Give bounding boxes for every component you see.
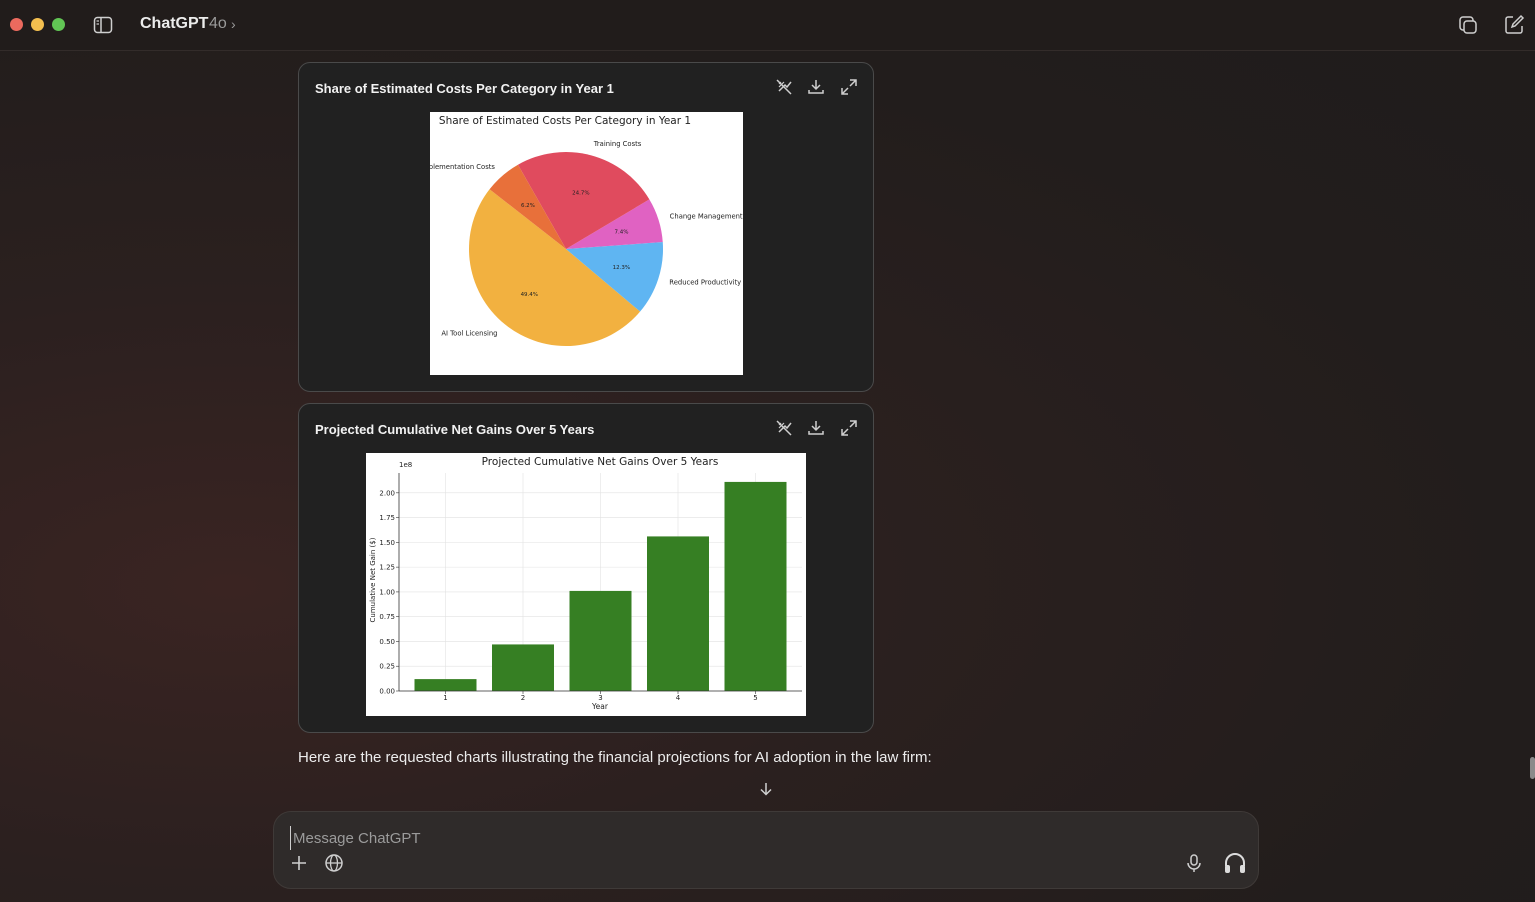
bar-chart: Projected Cumulative Net Gains Over 5 Ye… bbox=[369, 456, 802, 711]
y-offset-label: 1e8 bbox=[399, 461, 412, 469]
microphone-icon[interactable] bbox=[1183, 852, 1205, 874]
model-chevron-icon[interactable]: › bbox=[231, 16, 236, 32]
scrollbar-thumb[interactable] bbox=[1530, 757, 1535, 779]
pie-percent-label: 7.4% bbox=[615, 230, 629, 236]
sidebar-toggle-icon[interactable] bbox=[93, 15, 113, 35]
pie-category-label: AI Tool Licensing bbox=[441, 329, 497, 337]
x-tick-label: 3 bbox=[598, 694, 602, 702]
title-bar: ChatGPT 4o › bbox=[0, 0, 1535, 51]
x-axis-label: Year bbox=[591, 702, 609, 711]
y-tick-label: 0.00 bbox=[379, 688, 395, 696]
y-tick-label: 0.50 bbox=[379, 638, 395, 646]
minimize-window-button[interactable] bbox=[31, 18, 44, 31]
download-icon[interactable] bbox=[807, 419, 825, 437]
bar bbox=[724, 481, 787, 691]
chart-card-title: Projected Cumulative Net Gains Over 5 Ye… bbox=[315, 422, 595, 437]
pie-category-label: Reduced Productivity bbox=[669, 279, 741, 287]
toggle-interactive-icon[interactable] bbox=[775, 419, 793, 437]
new-chat-icon[interactable] bbox=[1503, 14, 1525, 36]
pie-percent-label: 12.3% bbox=[613, 265, 630, 271]
toggle-interactive-icon[interactable] bbox=[775, 78, 793, 96]
bar bbox=[569, 590, 632, 691]
chart-title: Projected Cumulative Net Gains Over 5 Ye… bbox=[482, 456, 719, 468]
x-tick-label: 5 bbox=[753, 694, 757, 702]
message-input[interactable] bbox=[290, 826, 1155, 850]
message-composer bbox=[273, 811, 1259, 889]
pie-percent-label: 24.7% bbox=[572, 191, 589, 197]
chart-card-title: Share of Estimated Costs Per Category in… bbox=[315, 81, 614, 96]
scroll-to-bottom-icon[interactable] bbox=[758, 780, 774, 798]
bar bbox=[492, 644, 554, 691]
bar bbox=[414, 679, 477, 691]
pie-category-label: Change Management bbox=[670, 212, 743, 220]
pie-category-label: Implementation Costs bbox=[430, 163, 495, 171]
x-tick-label: 1 bbox=[443, 694, 447, 702]
chart-title: Share of Estimated Costs Per Category in… bbox=[439, 115, 691, 127]
y-tick-label: 0.25 bbox=[379, 663, 395, 671]
y-tick-label: 1.75 bbox=[379, 514, 395, 522]
y-tick-label: 2.00 bbox=[379, 489, 395, 497]
expand-icon[interactable] bbox=[840, 419, 858, 437]
assistant-message: Here are the requested charts illustrati… bbox=[298, 749, 932, 766]
model-selector[interactable]: 4o bbox=[209, 15, 227, 33]
app-title[interactable]: ChatGPT bbox=[140, 15, 208, 33]
bar-chart-image: Projected Cumulative Net Gains Over 5 Ye… bbox=[366, 453, 806, 716]
pie-percent-label: 6.2% bbox=[521, 203, 535, 209]
y-tick-label: 0.75 bbox=[379, 613, 395, 621]
bar bbox=[647, 536, 709, 691]
pie-percent-label: 49.4% bbox=[521, 292, 538, 298]
chart-card-pie: Share of Estimated Costs Per Category in… bbox=[298, 62, 874, 392]
headphones-icon[interactable] bbox=[1222, 850, 1248, 876]
pie-chart: Share of Estimated Costs Per Category in… bbox=[420, 115, 743, 347]
globe-icon[interactable] bbox=[323, 852, 345, 874]
y-tick-label: 1.00 bbox=[379, 588, 395, 596]
x-tick-label: 4 bbox=[676, 694, 681, 702]
pie-chart-image: Share of Estimated Costs Per Category in… bbox=[420, 112, 743, 375]
y-tick-label: 1.25 bbox=[379, 564, 395, 572]
x-tick-label: 2 bbox=[521, 694, 525, 702]
y-tick-label: 1.50 bbox=[379, 539, 395, 547]
close-window-button[interactable] bbox=[10, 18, 23, 31]
chart-card-bar: Projected Cumulative Net Gains Over 5 Ye… bbox=[298, 403, 874, 733]
plus-icon[interactable] bbox=[288, 852, 310, 874]
zoom-window-button[interactable] bbox=[52, 18, 65, 31]
pie-category-label: Training Costs bbox=[593, 140, 642, 148]
y-axis-label: Cumulative Net Gain ($) bbox=[369, 537, 377, 622]
expand-icon[interactable] bbox=[840, 78, 858, 96]
new-window-icon[interactable] bbox=[1457, 14, 1479, 36]
download-icon[interactable] bbox=[807, 78, 825, 96]
